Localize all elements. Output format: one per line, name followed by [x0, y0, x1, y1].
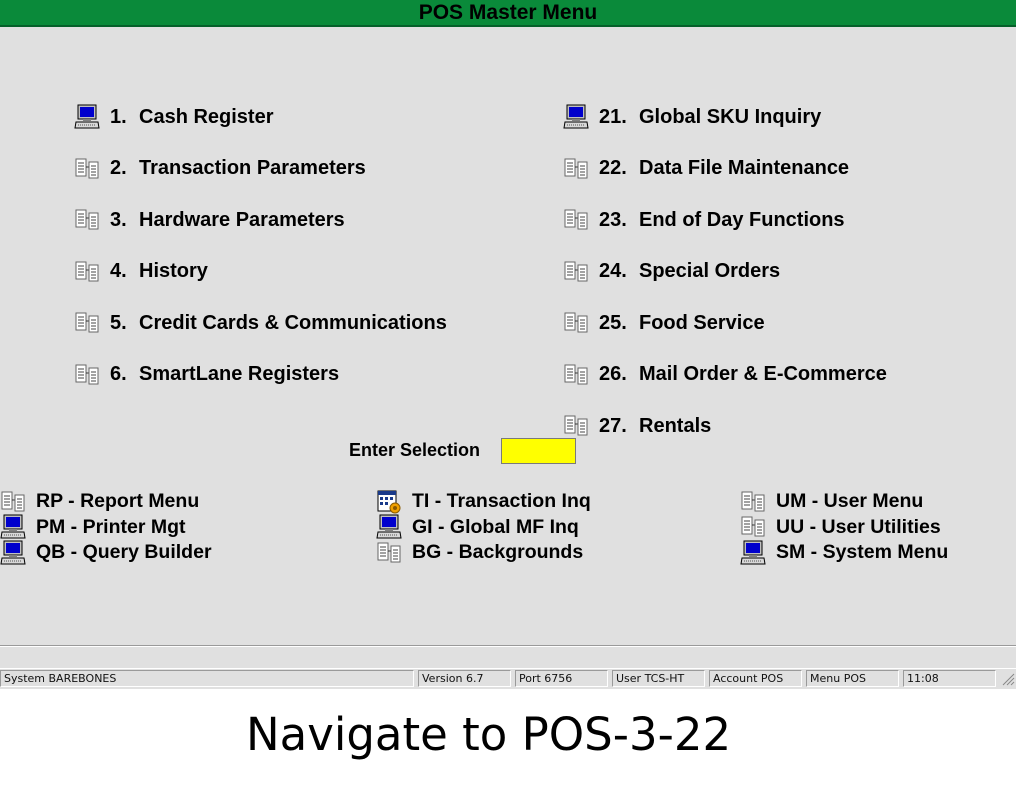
menu-item[interactable]: 6. SmartLane Registers — [74, 361, 339, 389]
menu-item[interactable]: 4. History — [74, 258, 208, 286]
menu-item[interactable]: 2. Transaction Parameters — [74, 155, 366, 183]
submenu-icon — [74, 207, 100, 233]
menu-item-number: 22. — [599, 157, 627, 179]
computer-icon — [0, 540, 26, 566]
shortcut-label: TI - Transaction Inq — [412, 490, 591, 512]
computer-icon — [740, 540, 766, 566]
enter-selection-label: Enter Selection — [349, 440, 481, 460]
pos-window: POS Master Menu 1. Cash Register 2. Transac… — [0, 0, 1016, 689]
status-time: 11:08 — [903, 670, 996, 687]
shortcut-label: PM - Printer Mgt — [36, 515, 186, 538]
status-port: Port 6756 — [515, 670, 608, 687]
submenu-icon — [563, 207, 589, 233]
menu-item[interactable]: 25. Food Service — [563, 309, 765, 337]
menu-item-number: 23. — [599, 208, 627, 231]
submenu-icon — [563, 413, 589, 439]
shortcut-item[interactable]: SM - System Menu — [740, 540, 948, 565]
shortcut-label: GI - Global MF Inq — [412, 515, 579, 538]
menu-item-label: Mail Order & E-Commerce — [639, 363, 887, 385]
menu-item-number: 26. — [599, 363, 627, 385]
menu-item-label: Cash Register — [139, 105, 274, 128]
status-system: System BAREBONES — [0, 670, 414, 687]
shortcut-label: BG - Backgrounds — [412, 541, 584, 563]
shortcut-item[interactable]: PM - Printer Mgt — [0, 515, 186, 540]
submenu-icon — [0, 489, 26, 515]
menu-item-number: 24. — [599, 260, 627, 282]
submenu-icon — [376, 540, 402, 566]
menu-item-label: Special Orders — [639, 260, 781, 282]
menu-item-number: 2. — [110, 157, 127, 179]
computer-icon — [0, 514, 26, 540]
shortcut-label: UM - User Menu — [776, 490, 924, 512]
submenu-icon — [740, 514, 766, 540]
window-title: POS Master Menu — [418, 1, 598, 24]
menu-item[interactable]: 1. Cash Register — [74, 103, 274, 131]
menu-item-number: 4. — [110, 260, 127, 282]
menu-item[interactable]: 23. End of Day Functions — [563, 206, 845, 234]
selection-input[interactable] — [501, 438, 576, 464]
menu-item[interactable]: 26. Mail Order & E-Commerce — [563, 361, 887, 389]
resize-grip-icon[interactable] — [1001, 672, 1015, 686]
submenu-icon — [74, 310, 100, 336]
divider — [0, 645, 1016, 647]
submenu-icon — [563, 362, 589, 388]
menu-item-number: 21. — [599, 105, 627, 128]
instruction-caption: Navigate to POS-3-22 — [246, 708, 732, 761]
shortcut-item[interactable]: UM - User Menu — [740, 489, 923, 514]
computer-icon — [376, 514, 402, 540]
shortcut-label: QB - Query Builder — [36, 541, 212, 563]
title-bar: POS Master Menu — [0, 0, 1016, 27]
menu-item-label: Transaction Parameters — [139, 157, 366, 179]
submenu-icon — [74, 156, 100, 182]
menu-item-label: Food Service — [639, 311, 765, 334]
shortcut-label: UU - User Utilities — [776, 515, 941, 538]
menu-item-label: Global SKU Inquiry — [639, 105, 822, 128]
menu-item-label: Data File Maintenance — [639, 157, 850, 179]
menu-item-number: 1. — [110, 105, 127, 128]
calculator-icon — [376, 489, 402, 515]
menu-item-number: 27. — [599, 414, 627, 437]
shortcut-item[interactable]: TI - Transaction Inq — [376, 489, 591, 514]
menu-item-label: SmartLane Registers — [139, 363, 340, 385]
shortcut-item[interactable]: UU - User Utilities — [740, 515, 941, 540]
menu-item[interactable]: 24. Special Orders — [563, 258, 780, 286]
menu-item[interactable]: 27. Rentals — [563, 412, 711, 440]
menu-item-number: 6. — [110, 363, 127, 385]
shortcut-item[interactable]: QB - Query Builder — [0, 540, 212, 565]
status-account: Account POS — [709, 670, 802, 687]
shortcut-item[interactable]: GI - Global MF Inq — [376, 515, 579, 540]
menu-item-number: 5. — [110, 311, 127, 334]
menu-item-number: 25. — [599, 311, 627, 334]
menu-item-label: History — [139, 260, 208, 282]
status-menu: Menu POS — [806, 670, 899, 687]
status-version: Version 6.7 — [418, 670, 511, 687]
status-user: User TCS-HT — [612, 670, 705, 687]
menu-item[interactable]: 21. Global SKU Inquiry — [563, 103, 821, 131]
submenu-icon — [563, 310, 589, 336]
menu-item-label: End of Day Functions — [639, 208, 845, 231]
menu-item[interactable]: 3. Hardware Parameters — [74, 206, 345, 234]
submenu-icon — [74, 362, 100, 388]
menu-item-label: Rentals — [639, 414, 712, 437]
menu-item-label: Credit Cards & Communications — [139, 311, 447, 334]
submenu-icon — [563, 259, 589, 285]
computer-icon — [74, 104, 100, 130]
menu-item[interactable]: 22. Data File Maintenance — [563, 155, 849, 183]
computer-icon — [563, 104, 589, 130]
shortcut-item[interactable]: RP - Report Menu — [0, 489, 199, 514]
shortcut-label: SM - System Menu — [776, 541, 949, 563]
menu-item-number: 3. — [110, 208, 127, 231]
status-bar: System BAREBONES Version 6.7 Port 6756 U… — [0, 668, 1016, 689]
shortcut-item[interactable]: BG - Backgrounds — [376, 540, 583, 565]
submenu-icon — [740, 489, 766, 515]
shortcut-label: RP - Report Menu — [36, 490, 200, 512]
submenu-icon — [74, 259, 100, 285]
menu-item[interactable]: 5. Credit Cards & Communications — [74, 309, 447, 337]
menu-item-label: Hardware Parameters — [139, 208, 345, 231]
submenu-icon — [563, 156, 589, 182]
